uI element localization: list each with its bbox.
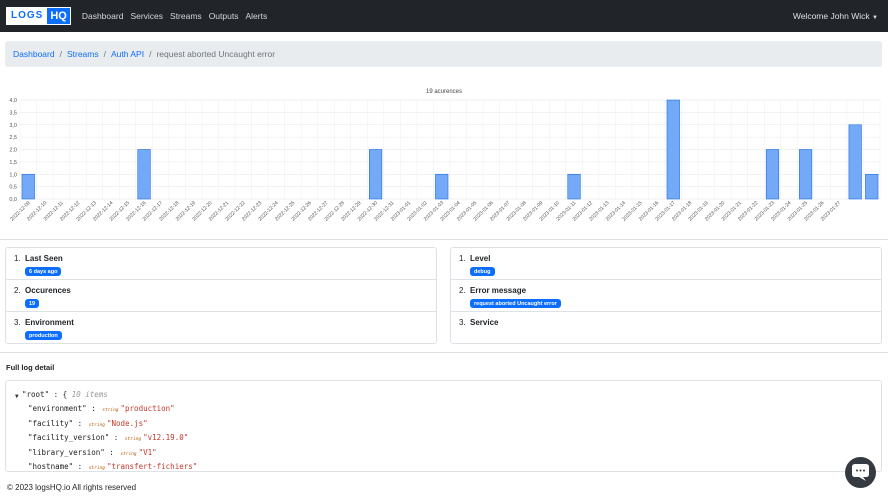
caret-down-icon[interactable]: ▼	[15, 393, 19, 400]
json-colon: : {	[53, 390, 72, 399]
chart-bar[interactable]	[798, 149, 813, 200]
user-menu-label: Welcome John Wick	[792, 11, 870, 21]
nav-link-dashboard[interactable]: Dashboard	[82, 11, 124, 21]
brand-logo-left: LOGS	[7, 8, 48, 24]
chart-title: 19 acurences	[426, 89, 462, 95]
chart-bar[interactable]	[435, 173, 449, 200]
breadcrumb: Dashboard / Streams / Auth API / request…	[5, 41, 882, 67]
json-type: string	[124, 437, 142, 442]
chart-bar[interactable]	[865, 173, 879, 200]
list-item-title: Service	[470, 318, 499, 327]
divider	[0, 239, 888, 240]
section-title-log: Full log detail	[6, 363, 55, 372]
list-item-last-seen: 1. Last Seen 6 days ago	[6, 248, 436, 280]
list-item-service: 3. Service	[451, 312, 881, 344]
chart-bar[interactable]	[368, 149, 383, 200]
json-type: string	[120, 451, 137, 457]
list-item-number: 1.	[459, 254, 466, 263]
json-type: string	[88, 466, 105, 471]
brand-logo[interactable]: LOGS HQ	[6, 7, 71, 25]
nav-link-services[interactable]: Services	[130, 11, 163, 21]
breadcrumb-separator: /	[103, 49, 106, 59]
breadcrumb-streams[interactable]: Streams	[67, 49, 99, 59]
brand-logo-right: HQ	[50, 10, 67, 22]
footer-copyright: © 2023 logsHQ.io All rights reserved	[7, 483, 137, 492]
list-item-title: Level	[470, 254, 491, 263]
y-tick-label: 1,5	[9, 160, 17, 166]
json-type: string	[88, 422, 105, 428]
chart-bar[interactable]	[848, 124, 862, 200]
chart-bar[interactable]	[21, 173, 35, 200]
list-item-number: 2.	[459, 286, 466, 295]
status-badge: debug	[470, 267, 495, 276]
json-item-count: 10 items	[71, 390, 108, 399]
nav-link-alerts[interactable]: Alerts	[245, 11, 267, 21]
json-line: "hostname" : string "transfert-fichiers"	[28, 462, 198, 471]
json-line: "facility_version" : string "v12.19.0"	[28, 433, 189, 442]
json-key: "root"	[22, 390, 50, 399]
status-badge: request aborted Uncaught error	[470, 299, 561, 308]
summary-card-right: 1. Level debug 2. Error message request …	[450, 247, 882, 344]
json-value: "Node.js"	[106, 418, 148, 428]
list-item-title: Error message	[470, 286, 527, 295]
list-item-title: Occurences	[25, 286, 71, 295]
json-key: "library_version"	[28, 447, 105, 457]
y-tick-label: 2,0	[9, 148, 17, 154]
json-line: "environment" : string "production"	[28, 404, 175, 413]
breadcrumb-dashboard[interactable]: Dashboard	[13, 49, 55, 59]
y-tick-label: 4,0	[9, 98, 17, 104]
top-navbar: LOGS HQ Dashboard Services Streams Outpu…	[0, 0, 888, 32]
y-tick-label: 1,0	[9, 172, 17, 178]
occurrences-chart-svg: 0,00,51,01,52,02,53,03,54,0 2022-12-0920…	[9, 89, 881, 223]
chat-button[interactable]	[845, 457, 876, 488]
json-line: "facility" : string "Node.js"	[28, 418, 148, 428]
status-badge: 19	[25, 299, 40, 308]
y-tick-label: 3,0	[9, 123, 17, 129]
status-badge: 6 days ago	[25, 267, 62, 276]
occurrences-chart: 0,0 0,5 1,0 1,5 2,0 2,5 3,0 3,5 4,0 2022-12-09 20…	[0, 84, 888, 234]
breadcrumb-auth-api[interactable]: Auth API	[111, 49, 144, 59]
y-tick-label: 3,5	[9, 110, 17, 116]
list-item-occurences: 2. Occurences 19	[6, 280, 436, 312]
json-value: "production"	[120, 404, 175, 413]
chart-bar[interactable]	[666, 99, 680, 200]
json-key: "environment"	[28, 404, 87, 413]
list-item-level: 1. Level debug	[451, 248, 881, 280]
summary-card-left: 1. Last Seen 6 days ago 2. Occurences 19…	[5, 247, 437, 344]
breadcrumb-separator: /	[59, 49, 62, 59]
json-root-line[interactable]: "root" : { 10 items	[22, 390, 108, 399]
chart-bar[interactable]	[765, 149, 780, 200]
list-item-number: 3.	[14, 318, 21, 327]
user-menu[interactable]: Welcome John Wick ▼	[793, 11, 878, 21]
chart-bar[interactable]	[137, 149, 151, 200]
y-tick-label: 0,0	[9, 197, 17, 203]
breadcrumb-current: request aborted Uncaught error	[156, 49, 276, 59]
list-item-error-message: 2. Error message request aborted Uncaugh…	[451, 280, 881, 312]
json-line: "library_version" : string "V1"	[28, 447, 157, 457]
list-item-title: Last Seen	[25, 254, 63, 263]
json-value: "transfert-fichiers"	[106, 462, 198, 471]
y-tick-label: 2,5	[9, 135, 17, 141]
breadcrumb-separator: /	[149, 49, 152, 59]
list-item-number: 1.	[14, 254, 21, 263]
list-item-environment: 3. Environment production	[6, 312, 436, 344]
y-tick-label: 0,5	[9, 185, 17, 191]
chat-bubble-icon	[852, 464, 869, 481]
nav-link-outputs[interactable]: Outputs	[209, 11, 239, 21]
divider	[0, 352, 888, 353]
status-badge: production	[25, 331, 62, 340]
json-key: "hostname"	[28, 462, 74, 471]
json-key: "facility_version"	[28, 433, 110, 442]
nav-link-streams[interactable]: Streams	[170, 11, 202, 21]
chevron-down-icon: ▼	[872, 15, 878, 21]
json-key: "facility"	[28, 418, 74, 428]
list-item-title: Environment	[25, 318, 74, 327]
list-item-number: 3.	[459, 318, 466, 327]
json-value: "v12.19.0"	[143, 433, 189, 442]
json-type: string	[102, 408, 119, 413]
chart-bar[interactable]	[567, 173, 581, 200]
json-value: "V1"	[138, 447, 157, 457]
json-viewer: ▼ "root" : { 10 items "environment" : st…	[5, 380, 882, 472]
list-item-number: 2.	[14, 286, 21, 295]
